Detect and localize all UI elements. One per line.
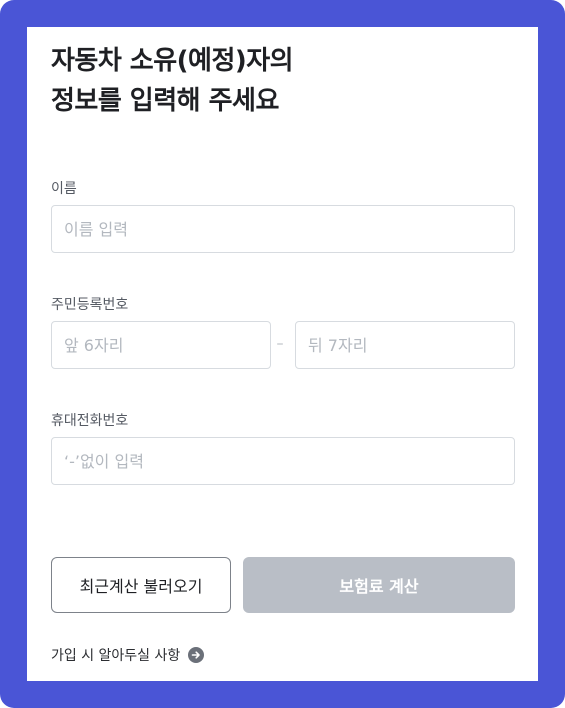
- phone-label: 휴대전화번호: [51, 413, 129, 429]
- calculate-premium-button[interactable]: 보험료 계산: [243, 557, 515, 613]
- title-line-1: 자동차 소유(예정)자의: [51, 46, 294, 76]
- notice-label: 가입 시 알아두실 사항: [51, 648, 181, 664]
- phone-input[interactable]: [51, 437, 515, 485]
- rrn-label: 주민등록번호: [51, 297, 129, 313]
- form-panel: 자동차 소유(예정)자의 정보를 입력해 주세요 이름 주민등록번호 – 휴대전…: [27, 27, 538, 681]
- name-label: 이름: [51, 181, 77, 197]
- load-recent-button[interactable]: 최근계산 불러오기: [51, 557, 231, 613]
- rrn-front-input[interactable]: [51, 321, 271, 369]
- title-line-2: 정보를 입력해 주세요: [51, 86, 279, 116]
- rrn-separator: –: [276, 336, 284, 352]
- page-title: 자동차 소유(예정)자의 정보를 입력해 주세요: [51, 41, 294, 121]
- rrn-back-input[interactable]: [295, 321, 515, 369]
- name-input[interactable]: [51, 205, 515, 253]
- app-frame: 자동차 소유(예정)자의 정보를 입력해 주세요 이름 주민등록번호 – 휴대전…: [0, 0, 565, 708]
- notice-link[interactable]: 가입 시 알아두실 사항: [51, 645, 205, 665]
- arrow-right-circle-icon: [188, 647, 205, 663]
